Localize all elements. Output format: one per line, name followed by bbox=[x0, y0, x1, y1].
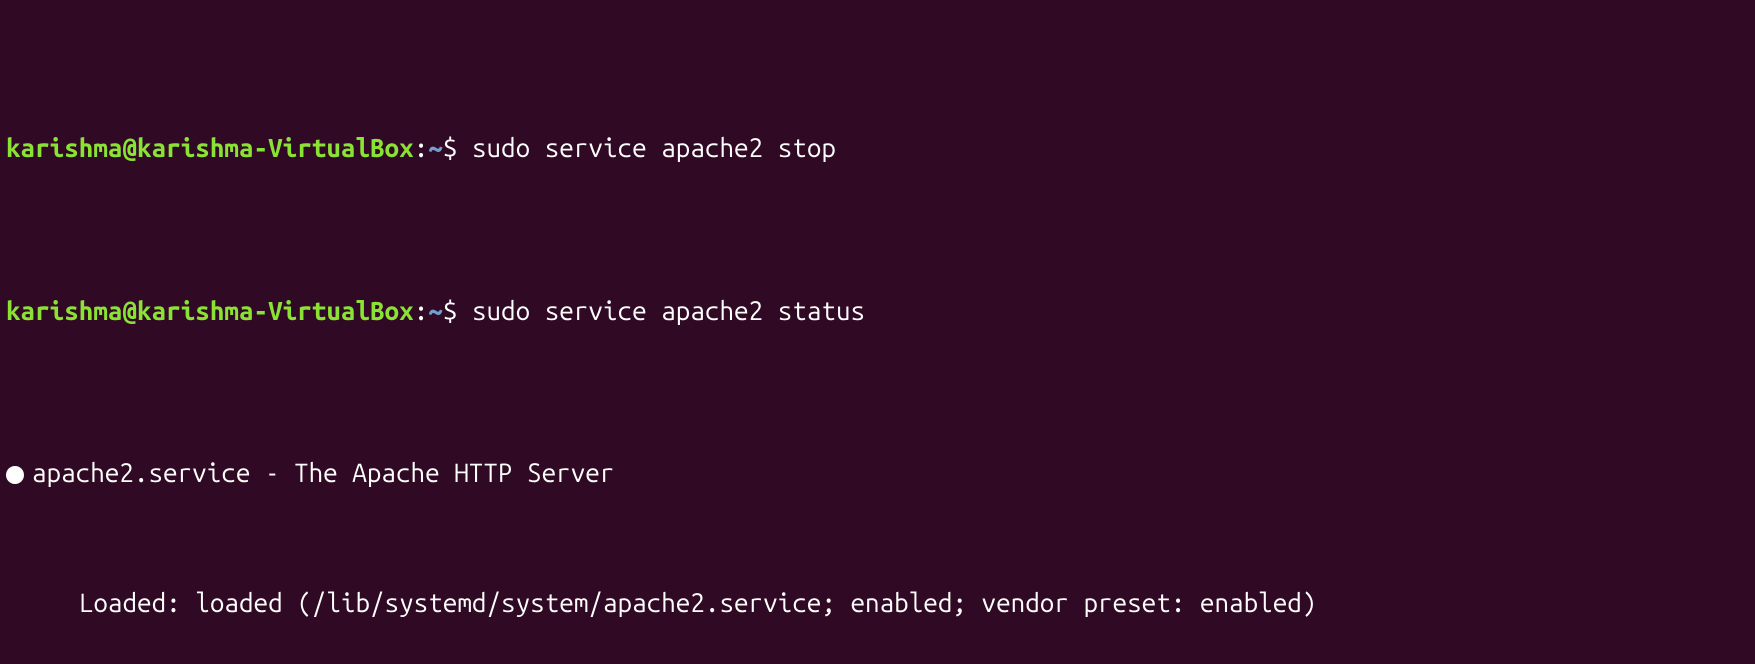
terminal[interactable]: karishma@karishma-VirtualBox:~$ sudo ser… bbox=[0, 0, 1755, 664]
prompt-sep1: : bbox=[414, 296, 429, 325]
prompt-sep2: $ bbox=[443, 296, 458, 325]
status-bullet-icon bbox=[6, 466, 24, 484]
command-2-text: sudo service apache2 status bbox=[472, 296, 865, 325]
prompt-cwd: ~ bbox=[428, 133, 443, 162]
unit-name: apache2.service - The Apache HTTP Server bbox=[32, 458, 614, 487]
prompt-user: karishma@karishma-VirtualBox bbox=[6, 296, 414, 325]
prompt-sep1: : bbox=[414, 133, 429, 162]
command-1-text: sudo service apache2 stop bbox=[472, 133, 836, 162]
prompt-line-1: karishma@karishma-VirtualBox:~$ sudo ser… bbox=[6, 132, 1749, 165]
prompt-cwd: ~ bbox=[428, 296, 443, 325]
unit-header: apache2.service - The Apache HTTP Server bbox=[6, 457, 1749, 490]
prompt-line-2: karishma@karishma-VirtualBox:~$ sudo ser… bbox=[6, 295, 1749, 328]
loaded-line: Loaded: loaded (/lib/systemd/system/apac… bbox=[6, 587, 1749, 620]
command-1 bbox=[457, 133, 472, 162]
command-2 bbox=[457, 296, 472, 325]
prompt-user: karishma@karishma-VirtualBox bbox=[6, 133, 414, 162]
prompt-sep2: $ bbox=[443, 133, 458, 162]
